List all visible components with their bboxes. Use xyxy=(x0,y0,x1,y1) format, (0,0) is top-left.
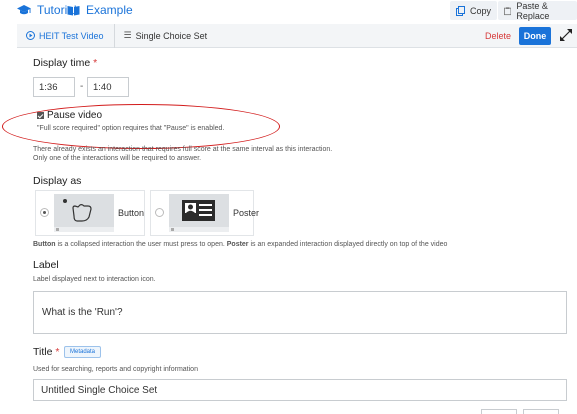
button-preview-bar xyxy=(54,227,114,232)
graduation-cap-icon xyxy=(17,4,31,14)
delete-button[interactable]: Delete xyxy=(485,31,511,41)
poster-option-label: Poster xyxy=(233,208,260,218)
top-toolbar: Tutorial Example Copy Paste & Replace xyxy=(0,0,577,22)
display-time-label: Display time * xyxy=(33,57,98,69)
full-score-warning-line2: Only one of the interactions will be req… xyxy=(33,155,202,162)
copy-label: Copy xyxy=(470,5,492,16)
done-button[interactable]: Done xyxy=(519,27,551,45)
button-preview xyxy=(54,194,114,232)
button-term: Button xyxy=(33,241,56,248)
title-input[interactable]: Untitled Single Choice Set xyxy=(33,379,567,401)
breadcrumb-video-label: HEIT Test Video xyxy=(39,30,104,41)
example-link[interactable]: Example xyxy=(67,3,133,17)
title-field-description: Used for searching, reports and copyrigh… xyxy=(33,366,198,373)
display-time-to-input[interactable]: 1:40 xyxy=(87,77,129,97)
label-textarea[interactable]: What is the 'Run'? xyxy=(33,291,567,334)
partial-control-left[interactable] xyxy=(481,409,517,414)
poster-preview-bar xyxy=(169,227,229,232)
example-label: Example xyxy=(86,3,133,17)
partial-control-right[interactable] xyxy=(523,409,559,414)
play-circle-icon xyxy=(26,31,35,40)
id-card-icon xyxy=(182,200,215,221)
time-separator: - xyxy=(80,81,84,92)
annotation-ellipse xyxy=(2,104,280,149)
paste-icon xyxy=(504,6,512,15)
hand-pointer-icon xyxy=(63,199,92,222)
display-as-poster-option[interactable]: Poster xyxy=(150,190,259,236)
paste-replace-button[interactable]: Paste & Replace xyxy=(498,0,577,21)
copy-icon xyxy=(456,5,465,16)
display-as-label: Display as xyxy=(33,175,82,187)
required-mark: * xyxy=(93,57,98,69)
paste-label: Paste & Replace xyxy=(516,0,550,21)
poster-term: Poster xyxy=(226,241,249,248)
copy-button[interactable]: Copy xyxy=(450,1,498,20)
full-score-warning-line1: There already exists an interaction that… xyxy=(33,146,333,153)
button-option-label: Button xyxy=(118,208,145,218)
poster-radio[interactable] xyxy=(155,208,164,217)
editor-header: HEIT Test Video ☰ Single Choice Set Dele… xyxy=(17,23,577,48)
required-mark: * xyxy=(55,346,60,358)
poster-preview xyxy=(169,194,229,232)
display-as-button-option[interactable]: Button xyxy=(35,190,145,236)
breadcrumb-interaction-label: Single Choice Set xyxy=(135,30,208,41)
breadcrumb-interaction: ☰ Single Choice Set xyxy=(115,31,208,41)
button-radio[interactable] xyxy=(40,208,49,217)
label-field-label: Label xyxy=(33,259,59,271)
display-as-description: Button is a collapsed interaction the us… xyxy=(33,241,448,248)
book-icon xyxy=(67,5,80,15)
list-icon: ☰ xyxy=(123,30,132,41)
display-time-from-input[interactable]: 1:36 xyxy=(33,77,75,97)
title-field-label: Title * xyxy=(33,346,60,358)
metadata-button[interactable]: Metadata xyxy=(64,346,102,358)
breadcrumb-video[interactable]: HEIT Test Video xyxy=(17,23,115,48)
label-field-description: Label displayed next to interaction icon… xyxy=(33,276,156,283)
fullscreen-icon[interactable] xyxy=(559,28,573,42)
